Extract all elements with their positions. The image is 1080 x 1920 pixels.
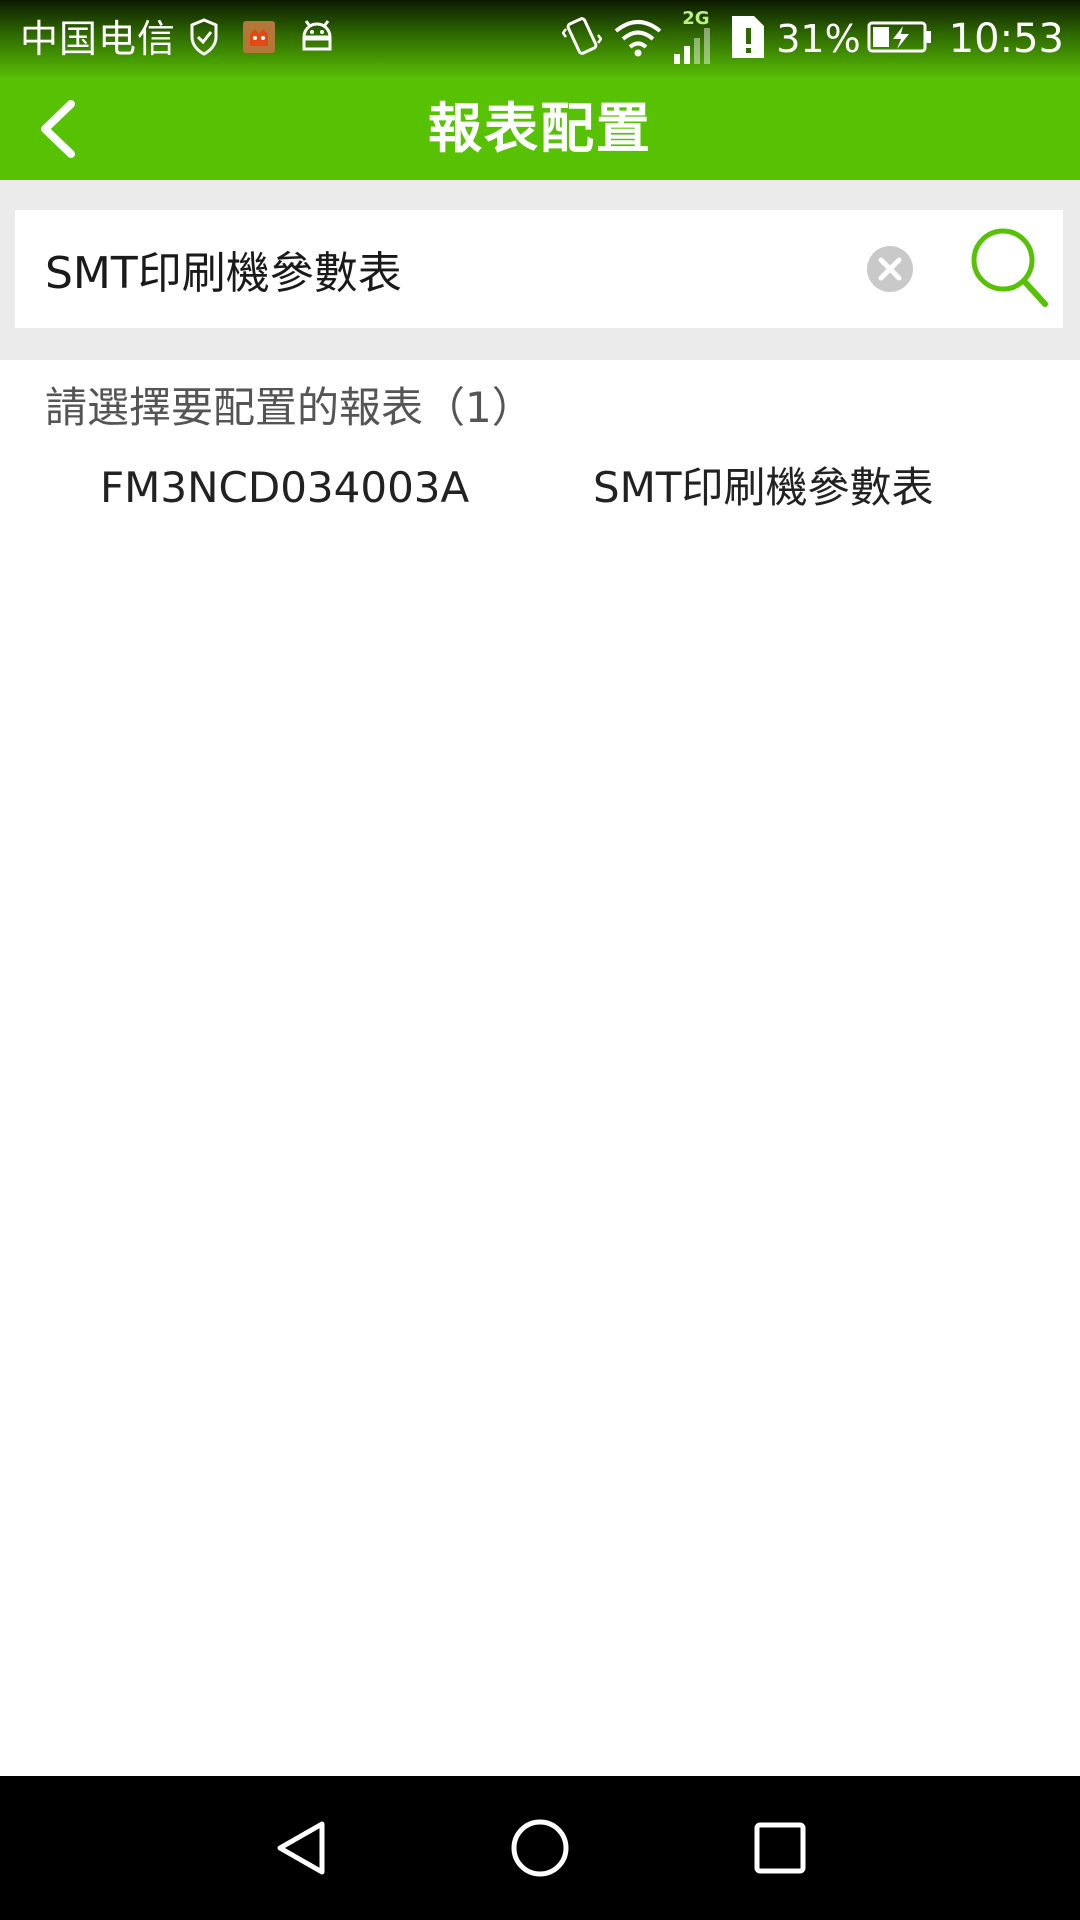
shield-check-icon <box>188 17 220 61</box>
sim-alert-icon <box>728 14 768 64</box>
search-input[interactable] <box>15 210 835 328</box>
nav-back-button[interactable] <box>250 1798 350 1898</box>
search-button[interactable] <box>965 224 1055 314</box>
list-header: 請選擇要配置的報表（1） <box>45 383 534 432</box>
android-icon <box>298 19 336 59</box>
chevron-left-icon <box>41 100 75 158</box>
carrier-name: 中国电信 <box>20 17 177 61</box>
page-title: 報表配置 <box>428 97 652 160</box>
nav-recents-icon <box>754 1822 806 1874</box>
report-name: SMT印刷機參數表 <box>593 463 934 512</box>
search-area <box>0 180 1080 360</box>
nav-back-icon <box>277 1821 325 1875</box>
battery-percentage: 31% <box>776 17 861 61</box>
wifi-icon <box>612 17 664 61</box>
status-bar-left: 中国电信 <box>20 12 336 66</box>
battery-charging-icon <box>867 20 933 58</box>
report-code: FM3NCD034003A <box>100 463 470 512</box>
app-notification-icon <box>242 20 276 58</box>
clock: 10:53 <box>948 16 1064 62</box>
status-bar: 中国电信 2G 31% 10:53 <box>0 0 1080 78</box>
search-icon <box>971 228 1048 307</box>
vibrate-icon <box>561 15 603 63</box>
clear-icon <box>867 246 913 292</box>
signal-icon: 2G <box>670 8 716 66</box>
back-button[interactable] <box>16 87 100 171</box>
app-header: 報表配置 <box>0 78 1080 180</box>
list-item[interactable]: FM3NCD034003A SMT印刷機參數表 <box>0 452 1080 524</box>
search-box <box>15 210 1063 328</box>
nav-home-icon <box>511 1819 569 1877</box>
navigation-bar <box>0 1776 1080 1920</box>
status-bar-right: 2G 31% 10:53 <box>561 8 1064 66</box>
nav-recents-button[interactable] <box>730 1798 830 1898</box>
nav-home-button[interactable] <box>490 1798 590 1898</box>
clear-search-button[interactable] <box>865 244 915 294</box>
